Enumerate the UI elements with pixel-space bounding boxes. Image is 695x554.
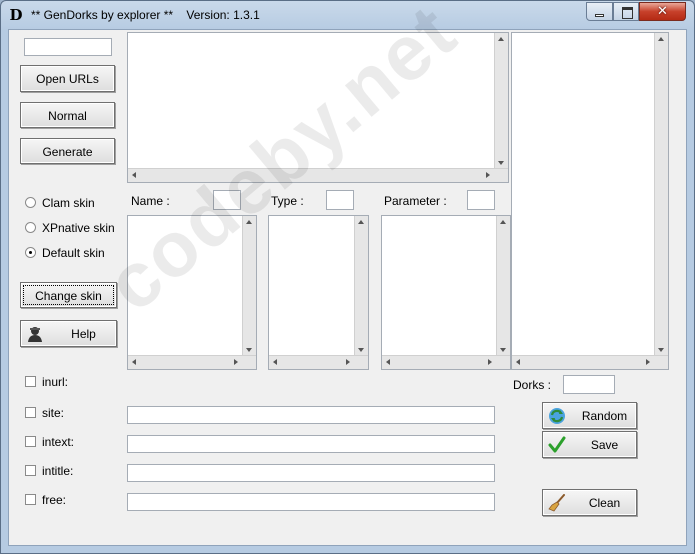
open-urls-button-label: Open URLs — [36, 72, 99, 86]
scroll-up-icon — [358, 220, 364, 224]
app-logo-icon: D — [9, 6, 23, 24]
type-count-input[interactable] — [326, 190, 354, 210]
scroll-up-icon — [658, 37, 664, 41]
checkbox-free[interactable] — [25, 494, 36, 505]
scroll-left-icon — [273, 359, 277, 365]
maximize-button[interactable] — [613, 2, 639, 21]
dorks-output-vscrollbar[interactable] — [494, 33, 508, 169]
checkmark-icon — [548, 436, 566, 453]
site-label: site: — [42, 406, 65, 420]
scroll-right-icon — [488, 359, 492, 365]
dorks-list[interactable] — [511, 32, 669, 370]
normal-button-label: Normal — [48, 109, 87, 123]
parameter-count-input[interactable] — [467, 190, 495, 210]
user-silhouette-icon — [28, 327, 42, 342]
app-window: D ** GenDorks by explorer ** Version: 1.… — [0, 0, 695, 554]
scroll-down-icon — [246, 348, 252, 352]
dorks-count-input[interactable] — [563, 375, 615, 394]
save-button[interactable]: Save — [542, 431, 637, 458]
dorks-output-area[interactable] — [127, 32, 509, 183]
inurl-label: inurl: — [42, 375, 69, 389]
close-button[interactable]: ✕ — [639, 2, 686, 21]
open-urls-button[interactable]: Open URLs — [20, 65, 115, 92]
scroll-left-icon — [516, 359, 520, 365]
scroll-up-icon — [246, 220, 252, 224]
radio-default-skin-label: Default skin — [42, 246, 105, 260]
title-bar[interactable]: D ** GenDorks by explorer ** Version: 1.… — [1, 1, 694, 29]
save-button-label: Save — [590, 438, 619, 452]
checkbox-site[interactable] — [25, 407, 36, 418]
scroll-up-icon — [498, 37, 504, 41]
client-area: Open URLs Normal Generate Clam skin XPna… — [8, 1, 687, 546]
generate-button-label: Generate — [42, 145, 93, 159]
close-icon: ✕ — [657, 4, 668, 19]
name-list-hscrollbar[interactable] — [128, 355, 256, 369]
parameter-list-vscrollbar[interactable] — [496, 216, 510, 356]
scroll-up-icon — [500, 220, 506, 224]
dorks-output-hscrollbar[interactable] — [128, 168, 508, 182]
checkbox-intext[interactable] — [25, 436, 36, 447]
clean-button[interactable]: Clean — [542, 489, 637, 516]
broom-icon — [548, 494, 565, 512]
clean-button-label: Clean — [588, 496, 621, 510]
parameter-listbox[interactable] — [381, 215, 511, 370]
name-list-vscrollbar[interactable] — [242, 216, 256, 356]
help-button[interactable]: Help — [20, 320, 117, 347]
normal-button[interactable]: Normal — [20, 102, 115, 128]
intitle-input[interactable] — [127, 464, 495, 482]
checkbox-intitle[interactable] — [25, 465, 36, 476]
minimize-button[interactable] — [586, 2, 613, 21]
site-input[interactable] — [127, 406, 495, 424]
name-listbox[interactable] — [127, 215, 257, 370]
name-count-input[interactable] — [213, 190, 241, 210]
type-column-label: Type : — [271, 194, 304, 208]
scroll-right-icon — [646, 359, 650, 365]
refresh-arrows-icon — [549, 408, 565, 424]
scroll-down-icon — [358, 348, 364, 352]
scroll-left-icon — [132, 172, 136, 178]
change-skin-button-label: Change skin — [35, 289, 102, 303]
checkbox-inurl[interactable] — [25, 376, 36, 387]
scroll-right-icon — [234, 359, 238, 365]
scroll-right-icon — [346, 359, 350, 365]
radio-xpnative-skin[interactable] — [25, 222, 36, 233]
scroll-right-icon — [486, 172, 490, 178]
scroll-down-icon — [500, 348, 506, 352]
window-title: ** GenDorks by explorer ** Version: 1.3.… — [31, 8, 260, 22]
parameter-list-hscrollbar[interactable] — [382, 355, 510, 369]
scroll-down-icon — [658, 348, 664, 352]
type-list-hscrollbar[interactable] — [269, 355, 368, 369]
radio-default-skin[interactable] — [25, 247, 36, 258]
free-label: free: — [42, 493, 67, 507]
random-button[interactable]: Random — [542, 402, 637, 429]
change-skin-button[interactable]: Change skin — [20, 282, 117, 308]
type-list-vscrollbar[interactable] — [354, 216, 368, 356]
dorks-list-hscrollbar[interactable] — [512, 355, 668, 369]
parameter-column-label: Parameter : — [384, 194, 447, 208]
intext-input[interactable] — [127, 435, 495, 453]
generate-button[interactable]: Generate — [20, 138, 115, 164]
intext-label: intext: — [42, 435, 75, 449]
intitle-label: intitle: — [42, 464, 74, 478]
radio-clam-skin-label: Clam skin — [42, 196, 95, 210]
random-button-label: Random — [581, 409, 628, 423]
help-button-label: Help — [71, 327, 96, 341]
url-count-input[interactable] — [24, 38, 112, 56]
dorks-list-vscrollbar[interactable] — [654, 33, 668, 356]
scroll-left-icon — [386, 359, 390, 365]
type-listbox[interactable] — [268, 215, 369, 370]
name-column-label: Name : — [131, 194, 170, 208]
scroll-left-icon — [132, 359, 136, 365]
scroll-down-icon — [498, 161, 504, 165]
radio-xpnative-skin-label: XPnative skin — [42, 221, 115, 235]
radio-clam-skin[interactable] — [25, 197, 36, 208]
dorks-count-label: Dorks : — [513, 378, 552, 392]
free-input[interactable] — [127, 493, 495, 511]
